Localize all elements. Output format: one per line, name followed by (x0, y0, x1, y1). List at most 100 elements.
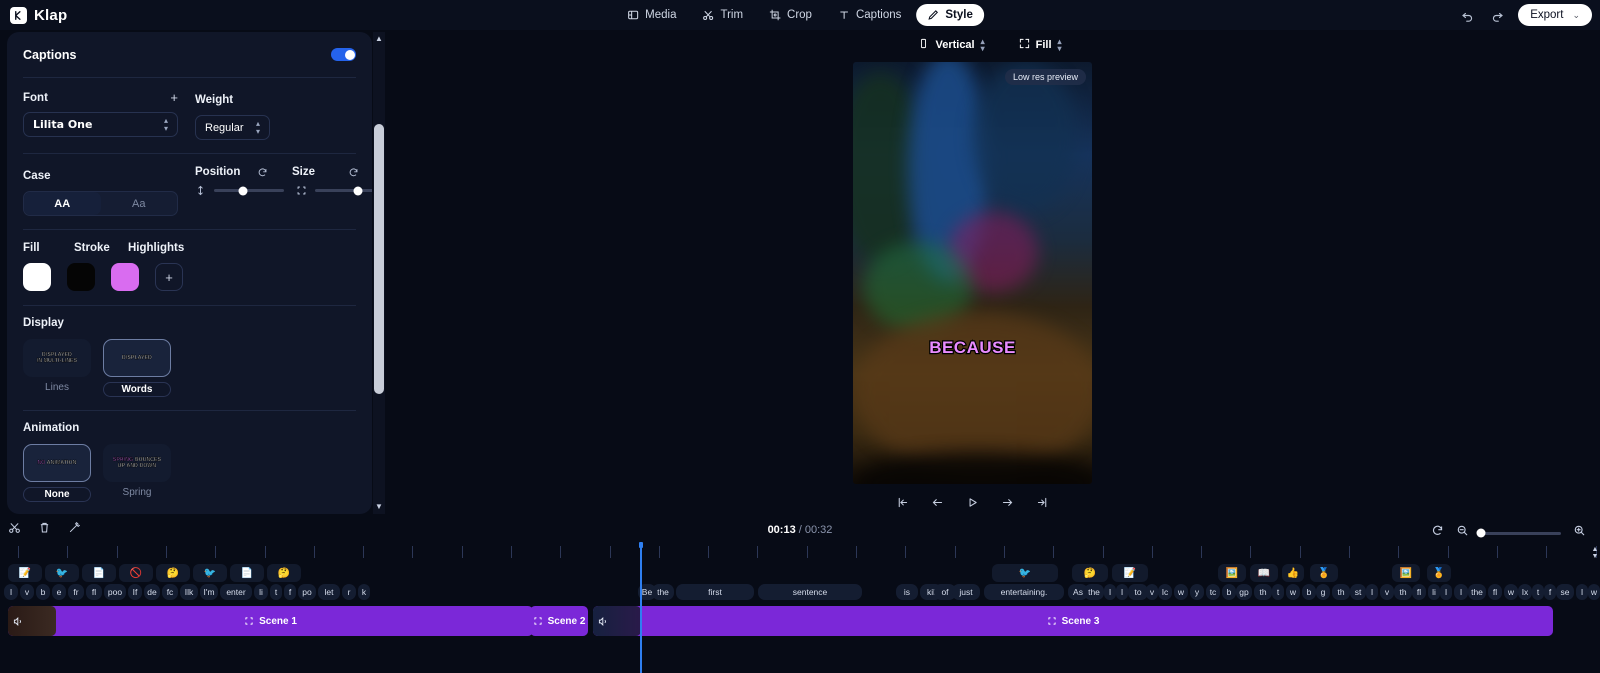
timeline-scroll-arrows[interactable]: ▲ ▼ (1590, 546, 1600, 566)
timeline-word-chip[interactable]: is (896, 584, 918, 600)
scene-thumbnail[interactable] (593, 606, 641, 636)
undo-icon[interactable] (1458, 6, 1476, 24)
timeline-word-chip[interactable]: tc (1206, 584, 1220, 600)
timeline-emoji-chip[interactable]: 🚫 (119, 564, 153, 582)
timeline-zoom-slider[interactable] (1476, 528, 1561, 538)
timeline-word-chip[interactable]: let (318, 584, 340, 600)
timeline-word-chip[interactable]: I (1454, 584, 1468, 600)
timeline-word-chip[interactable]: th (1254, 584, 1272, 600)
timeline-word-chip[interactable]: enter (220, 584, 252, 600)
timeline-scene-clip[interactable]: Scene 2 (530, 606, 588, 636)
timeline-word-chip[interactable]: k (358, 584, 370, 600)
timeline-emoji-chip[interactable]: 🤔 (156, 564, 190, 582)
timeline-emoji-chip[interactable]: 📄 (230, 564, 264, 582)
timeline-word-chip[interactable]: gр (1236, 584, 1252, 600)
timeline-word-chip[interactable]: the (652, 584, 674, 600)
timeline-word-chip[interactable]: g (1316, 584, 1330, 600)
tab-trim[interactable]: Trim (691, 4, 754, 26)
timeline-word-chip[interactable]: w (1174, 584, 1188, 600)
timeline-word-chip[interactable]: fl (86, 584, 102, 600)
timeline-emoji-chip[interactable]: 🤔 (1072, 564, 1108, 582)
position-slider[interactable] (214, 186, 284, 195)
timeline-word-chip[interactable]: e (52, 584, 66, 600)
playhead[interactable] (639, 542, 643, 673)
jump-end-icon[interactable] (1036, 496, 1049, 509)
captions-toggle[interactable] (331, 48, 356, 61)
tab-crop[interactable]: Crop (758, 4, 823, 26)
timeline-word-chip[interactable]: I (1576, 584, 1588, 600)
timeline-emoji-chip[interactable]: 🖼️ (1218, 564, 1246, 582)
size-slider-knob[interactable] (353, 186, 363, 195)
timeline-word-chip[interactable]: v (20, 584, 34, 600)
arrow-right-icon[interactable] (1001, 496, 1014, 509)
jump-start-icon[interactable] (896, 496, 909, 509)
weight-select[interactable]: Regular ▴ ▾ (195, 115, 270, 140)
timeline-word-chip[interactable]: r (342, 584, 356, 600)
timeline-word-chip[interactable]: just (952, 584, 980, 600)
video-preview[interactable]: Low res preview BECAUSE (853, 62, 1092, 484)
low-res-preview-badge[interactable]: Low res preview (1004, 69, 1086, 85)
timeline-word-chip[interactable]: entertaining. (984, 584, 1064, 600)
add-font-icon[interactable]: + (170, 90, 178, 105)
case-option-upper[interactable]: AA (24, 192, 101, 215)
animation-option-spring[interactable]: SPRING BOUNCES UP AND DOWN (103, 444, 171, 482)
timeline-emoji-chip[interactable]: 📖 (1250, 564, 1278, 582)
display-option-lines[interactable]: DISPLAYED IN MULTI-LINES (23, 339, 91, 377)
timeline-word-chip[interactable]: v (1146, 584, 1158, 600)
timeline-word-chip[interactable]: t (1532, 584, 1544, 600)
timeline-word-chip[interactable]: fl (1488, 584, 1502, 600)
timeline-word-chip[interactable]: w (1504, 584, 1518, 600)
timeline-word-chip[interactable]: fс (162, 584, 178, 600)
timeline-word-chip[interactable]: Ilk (180, 584, 198, 600)
timeline-emoji-chip[interactable]: 🐦 (992, 564, 1058, 582)
timeline-emoji-chip[interactable]: 📄 (82, 564, 116, 582)
play-icon[interactable] (966, 496, 979, 509)
timeline-word-chip[interactable]: w (1286, 584, 1300, 600)
timeline-word-chip[interactable]: I (1104, 584, 1116, 600)
timeline-word-chip[interactable]: st (1350, 584, 1366, 600)
fit-select[interactable]: Fill ▴ ▾ (1019, 37, 1062, 53)
scene-thumbnail[interactable] (8, 606, 56, 636)
format-select[interactable]: Vertical ▴ ▾ (918, 37, 985, 53)
display-option-words[interactable]: DISPLAYED (103, 339, 171, 377)
timeline-emoji-chip[interactable]: 📝 (1112, 564, 1148, 582)
timeline-word-chip[interactable]: thе (1468, 584, 1486, 600)
scroll-down-icon[interactable]: ▼ (1592, 553, 1599, 560)
timeline-word-chip[interactable]: li (1428, 584, 1440, 600)
case-option-title[interactable]: Aa (101, 192, 178, 215)
timeline-word-chip[interactable]: li (254, 584, 268, 600)
timeline-emoji-chip[interactable]: 🐦 (193, 564, 227, 582)
timeline-word-chip[interactable]: thе (1084, 584, 1104, 600)
timeline-word-chip[interactable]: b (1222, 584, 1236, 600)
tab-style[interactable]: Style (916, 4, 984, 26)
style-panel-scrollbar[interactable]: ▲ ▼ (373, 32, 385, 514)
timeline-word-chip[interactable]: I (1440, 584, 1452, 600)
redo-icon[interactable] (1488, 6, 1506, 24)
timeline-word-chip[interactable]: th (1394, 584, 1412, 600)
size-reset-icon[interactable] (348, 167, 359, 178)
timeline-word-chip[interactable]: b (36, 584, 50, 600)
zoom-in-icon[interactable] (1573, 524, 1586, 542)
app-brand[interactable]: Klap (10, 6, 67, 24)
scrollbar-thumb[interactable] (374, 124, 384, 394)
timeline-word-chip[interactable]: Iх (1518, 584, 1532, 600)
timeline-word-chip[interactable]: t (1272, 584, 1284, 600)
timeline-word-chip[interactable]: I'm (200, 584, 218, 600)
timeline-word-chip[interactable]: fr (68, 584, 84, 600)
timeline-word-chip[interactable]: se (1556, 584, 1574, 600)
font-select[interactable]: Lilita One ▴ ▾ (23, 112, 178, 137)
timeline-word-chip[interactable]: f (1544, 584, 1556, 600)
size-slider[interactable] (315, 186, 372, 195)
timeline-ruler[interactable] (0, 546, 1600, 562)
timeline-word-chip[interactable]: I (1366, 584, 1378, 600)
timeline-scene-clip[interactable]: Scene 1 (8, 606, 533, 636)
position-reset-icon[interactable] (257, 167, 268, 178)
timeline-emoji-chip[interactable]: 🏅 (1310, 564, 1338, 582)
timeline-word-chip[interactable]: I (1116, 584, 1128, 600)
timeline-emoji-chip[interactable]: 🏅 (1427, 564, 1451, 582)
timeline-word-chip[interactable]: to (1128, 584, 1148, 600)
tab-captions[interactable]: Captions (827, 4, 912, 26)
zoom-out-icon[interactable] (1456, 524, 1469, 542)
stroke-color-swatch[interactable] (67, 263, 95, 291)
add-highlight-color-button[interactable]: + (155, 263, 183, 291)
